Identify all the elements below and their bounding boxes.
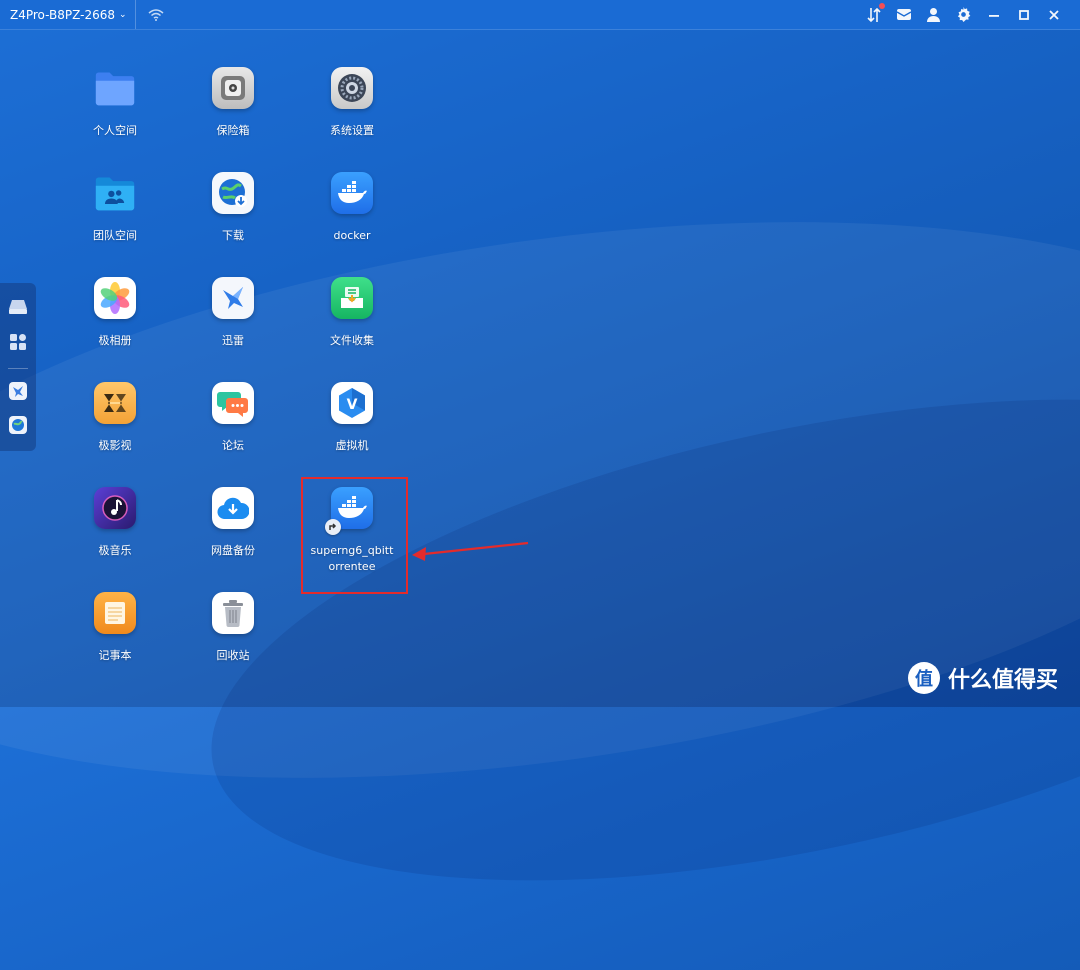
app-label: 极音乐 <box>98 544 132 557</box>
app-download[interactable]: 下载 <box>178 172 288 244</box>
device-name: Z4Pro-B8PZ-2668 <box>10 7 115 22</box>
watermark-text: 什么值得买 <box>948 668 1059 693</box>
app-file-collect[interactable]: 文件收集 <box>297 277 407 349</box>
app-label: 文件收集 <box>330 334 374 347</box>
music-icon <box>94 487 136 529</box>
svg-text:V: V <box>347 397 358 413</box>
app-label: 论坛 <box>222 439 244 452</box>
docker-icon <box>331 172 373 214</box>
app-label: docker <box>333 229 371 242</box>
app-cloud-backup[interactable]: 网盘备份 <box>178 487 288 559</box>
apps-grid-icon[interactable] <box>8 332 28 352</box>
user-icon[interactable] <box>925 6 942 23</box>
transfer-icon[interactable] <box>865 3 885 23</box>
app-label: 极影视 <box>98 439 132 452</box>
chevron-down-icon: ⌄ <box>119 9 127 20</box>
annotation-arrow-icon <box>410 535 532 565</box>
app-forum[interactable]: 论坛 <box>178 382 288 454</box>
minimize-icon[interactable] <box>985 6 1002 23</box>
app-label: 下载 <box>222 229 244 242</box>
app-label: 极相册 <box>98 334 132 347</box>
notification-dot <box>879 3 885 9</box>
app-team-space[interactable]: 团队空间 <box>60 172 170 244</box>
app-thunder[interactable]: 迅雷 <box>178 277 288 349</box>
app-music[interactable]: 极音乐 <box>60 487 170 559</box>
settings-icon <box>331 67 373 109</box>
app-docker[interactable]: docker <box>297 172 407 244</box>
notepad-icon <box>94 592 136 634</box>
app-system-settings[interactable]: 系统设置 <box>297 67 407 139</box>
app-label: 团队空间 <box>93 229 137 242</box>
app-safe[interactable]: 保险箱 <box>178 67 288 139</box>
watermark-logo: 值 <box>908 662 940 694</box>
cloud-backup-icon <box>212 487 254 529</box>
vm-icon: V <box>331 382 373 424</box>
trash-icon <box>212 592 254 634</box>
close-icon[interactable] <box>1045 6 1062 23</box>
maximize-icon[interactable] <box>1015 6 1032 23</box>
app-photos[interactable]: 极相册 <box>60 277 170 349</box>
safe-icon <box>212 67 254 109</box>
title-bar: Z4Pro-B8PZ-2668 ⌄ <box>0 0 1080 30</box>
app-video[interactable]: 极影视 <box>60 382 170 454</box>
wifi-icon <box>148 8 164 21</box>
photos-icon <box>94 277 136 319</box>
drive-icon[interactable] <box>8 297 28 317</box>
device-selector[interactable]: Z4Pro-B8PZ-2668 ⌄ <box>0 0 136 29</box>
highlight-box <box>301 477 408 594</box>
app-trash[interactable]: 回收站 <box>178 592 288 664</box>
app-label: 个人空间 <box>93 124 137 137</box>
forum-icon <box>212 382 254 424</box>
download-icon <box>212 172 254 214</box>
gear-icon[interactable] <box>955 6 972 23</box>
team-folder-icon <box>94 172 136 214</box>
video-icon <box>94 382 136 424</box>
app-label: 保险箱 <box>216 124 250 137</box>
app-vm[interactable]: V 虚拟机 <box>297 382 407 454</box>
watermark: 值 什么值得买 <box>908 662 1058 694</box>
folder-icon <box>94 67 136 109</box>
app-label: 迅雷 <box>222 334 244 347</box>
app-label: 系统设置 <box>330 124 374 137</box>
app-personal-space[interactable]: 个人空间 <box>60 67 170 139</box>
app-notepad[interactable]: 记事本 <box>60 592 170 664</box>
thunder-icon <box>212 277 254 319</box>
download-globe-icon[interactable] <box>8 415 28 435</box>
app-label: 记事本 <box>98 649 132 662</box>
app-label: 网盘备份 <box>211 544 255 557</box>
app-label: 虚拟机 <box>335 439 369 452</box>
mail-icon[interactable] <box>895 6 912 23</box>
app-label: 回收站 <box>216 649 250 662</box>
side-dock <box>0 283 36 451</box>
thunder-icon[interactable] <box>8 381 28 401</box>
file-collect-icon <box>331 277 373 319</box>
